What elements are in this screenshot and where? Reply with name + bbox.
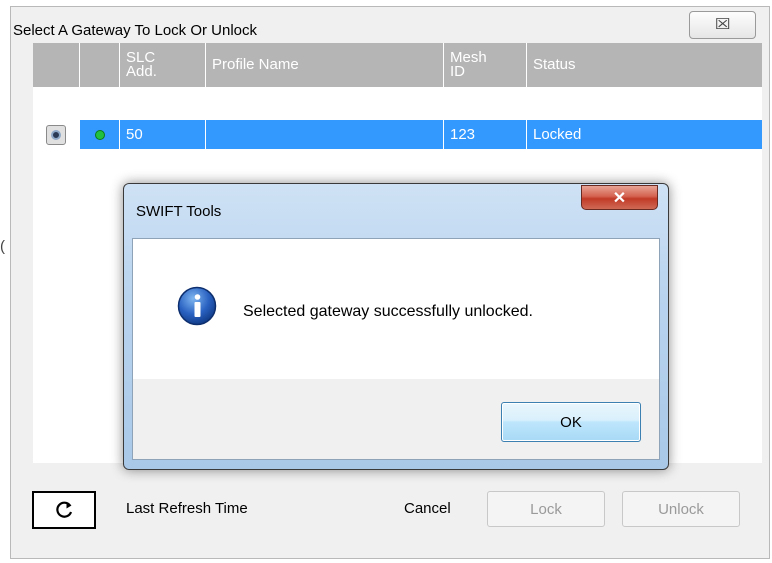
grid-header: SLC Add. Profile Name Mesh ID Status: [33, 43, 762, 87]
row-select-cell[interactable]: [33, 120, 80, 149]
message-box-title: SWIFT Tools: [136, 203, 222, 220]
header-mesh-id-line2: ID: [450, 63, 465, 80]
radio-select-icon[interactable]: [46, 124, 66, 145]
message-box-body: Selected gateway successfully unlocked. …: [132, 238, 660, 460]
ok-button[interactable]: OK: [501, 402, 641, 442]
header-slc-add[interactable]: SLC Add.: [120, 43, 206, 87]
message-area: Selected gateway successfully unlocked.: [133, 239, 659, 379]
header-status-label: Status: [533, 56, 576, 73]
row-profile-name: [206, 120, 444, 149]
info-icon: [177, 286, 217, 326]
row-mesh-id: 123: [444, 120, 527, 149]
stray-glyph: (: [0, 238, 5, 255]
row-led-cell: [80, 120, 120, 149]
header-select-col[interactable]: [33, 43, 80, 87]
header-mesh-id[interactable]: Mesh ID: [444, 43, 527, 87]
row-slc-add: 50: [120, 120, 206, 149]
dialog-title: Select A Gateway To Lock Or Unlock: [13, 22, 258, 39]
cancel-button[interactable]: Cancel: [404, 500, 451, 517]
lock-button[interactable]: Lock: [487, 491, 605, 527]
header-profile-name[interactable]: Profile Name: [206, 43, 444, 87]
header-profile-name-label: Profile Name: [212, 56, 299, 73]
message-box: SWIFT Tools ✕ Selected gateway successfu…: [123, 183, 669, 470]
header-led-col[interactable]: [80, 43, 120, 87]
unlock-button[interactable]: Unlock: [622, 491, 740, 527]
message-text: Selected gateway successfully unlocked.: [243, 303, 533, 320]
table-row[interactable]: 50 123 Locked: [33, 120, 762, 149]
refresh-button[interactable]: [32, 491, 96, 529]
row-status: Locked: [533, 126, 582, 143]
dialog-close-button[interactable]: ☒: [689, 11, 756, 39]
close-icon: ✕: [612, 189, 627, 207]
header-slc-add-line2: Add.: [126, 63, 157, 80]
message-box-close-button[interactable]: ✕: [581, 185, 658, 210]
last-refresh-label: Last Refresh Time: [126, 500, 248, 517]
status-led-icon: [94, 129, 105, 140]
refresh-icon: [56, 501, 73, 518]
header-status[interactable]: Status: [527, 43, 762, 87]
close-icon: ☒: [714, 16, 731, 33]
